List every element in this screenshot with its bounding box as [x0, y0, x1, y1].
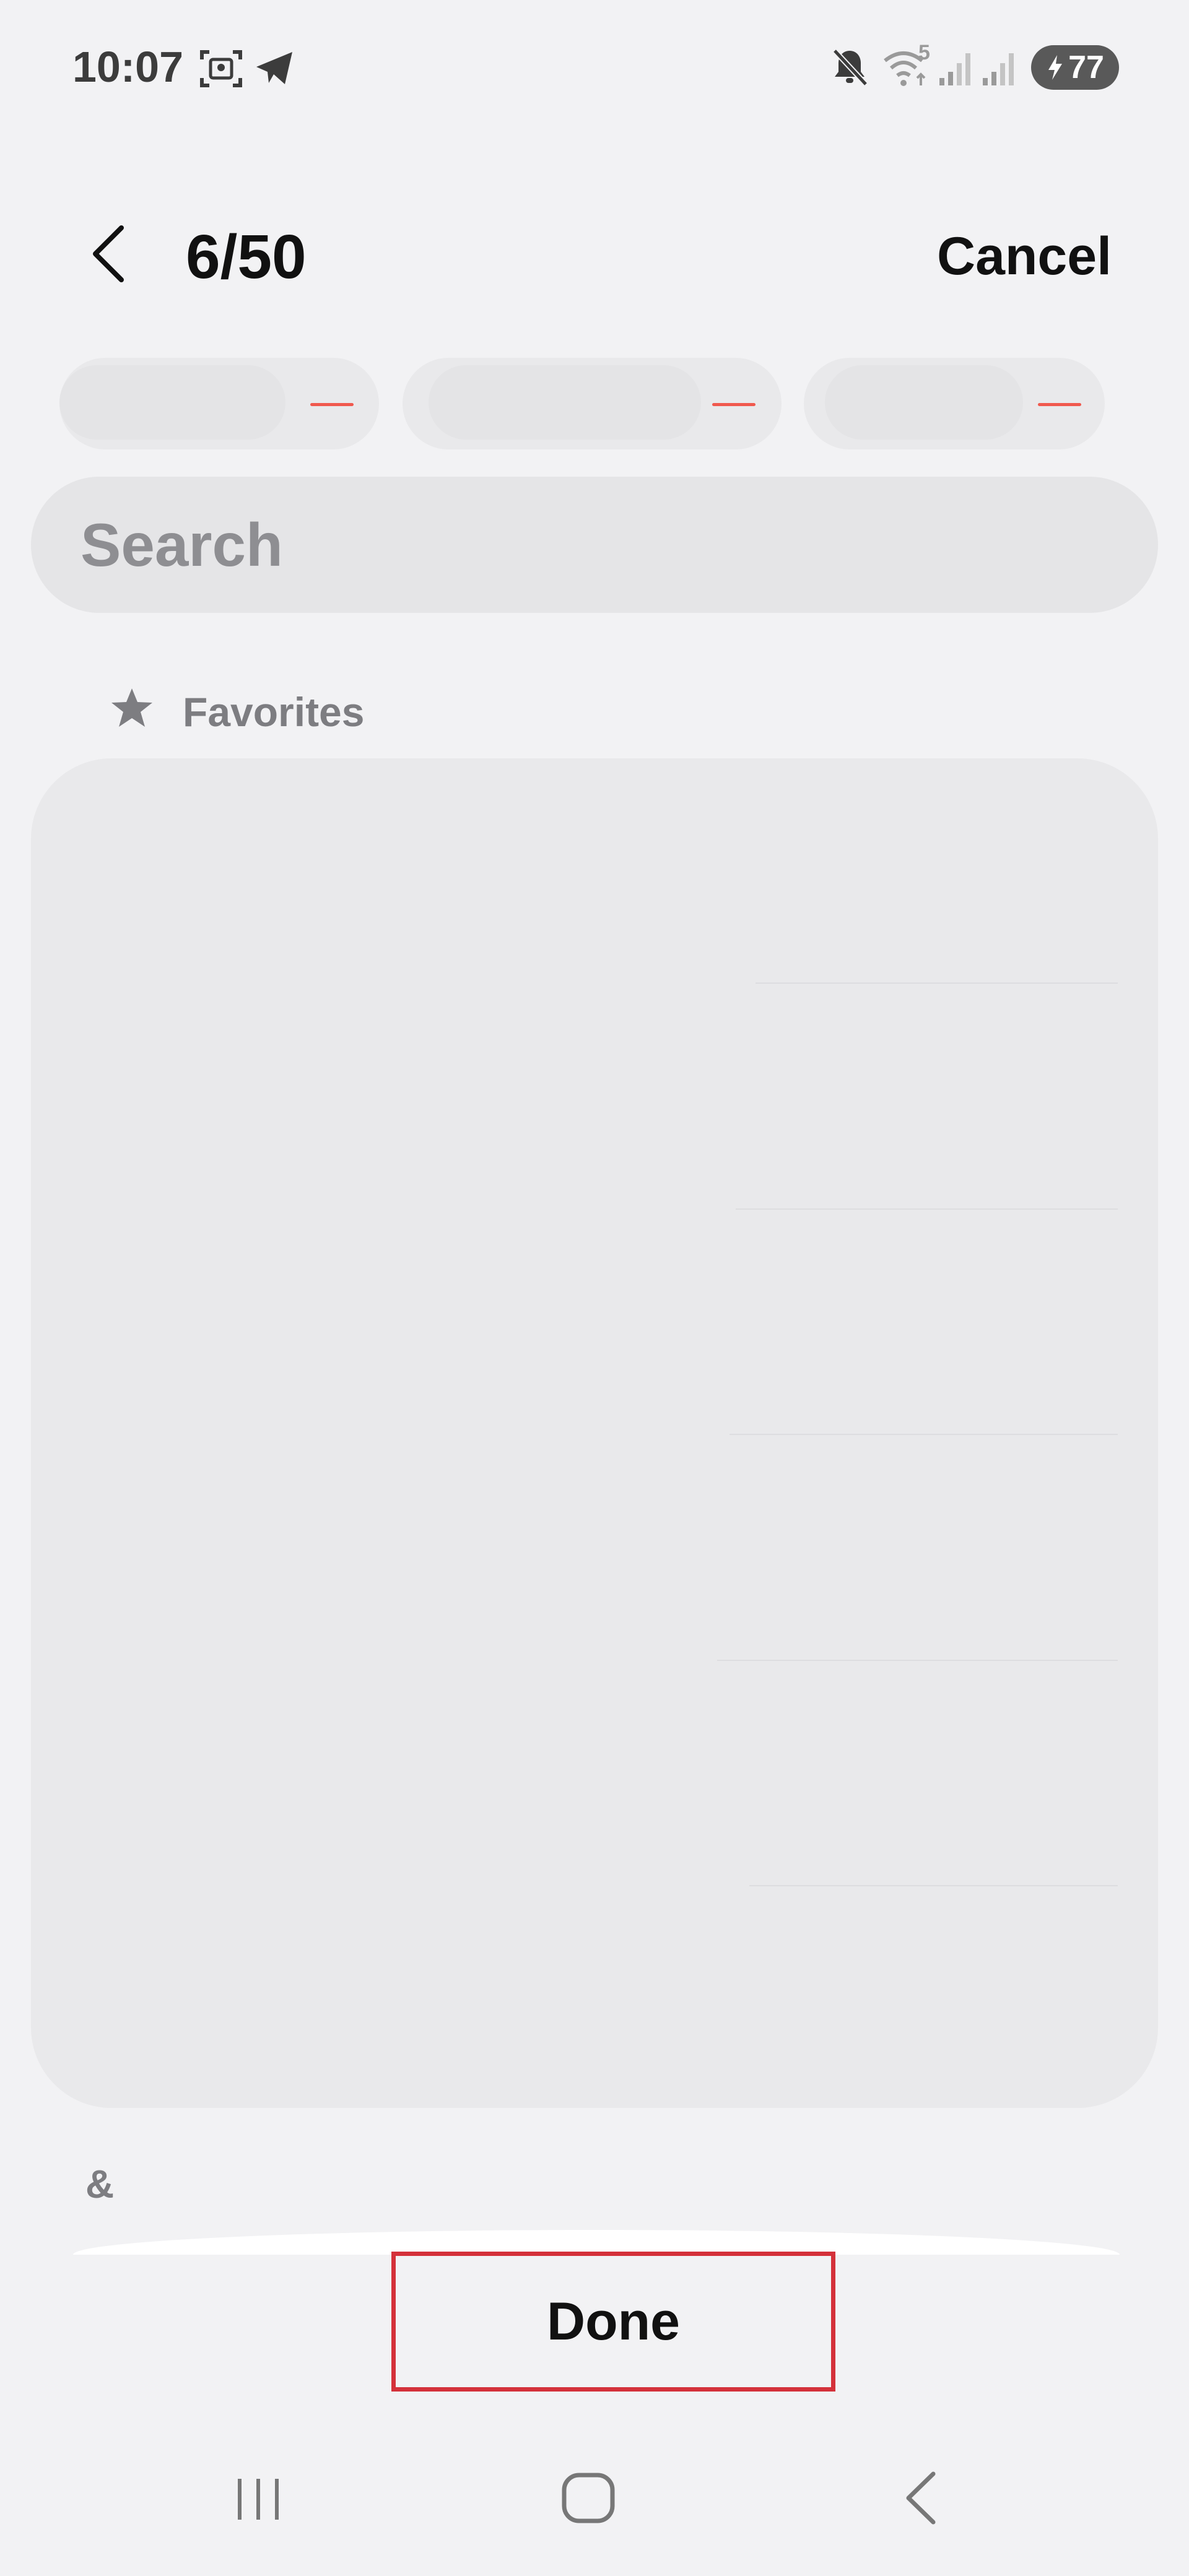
wifi-badge: 5 [918, 41, 930, 64]
cancel-button[interactable]: Cancel [937, 224, 1112, 288]
telegram-icon [254, 50, 295, 90]
list-divider [756, 982, 1118, 984]
recent-apps-icon[interactable] [230, 2470, 286, 2529]
favorites-label: Favorites [183, 689, 365, 735]
back-icon[interactable] [895, 2470, 951, 2529]
selected-chip[interactable] [403, 358, 782, 449]
list-divider [717, 1660, 1118, 1661]
section-header: & [85, 2162, 115, 2206]
mute-icon [831, 47, 868, 90]
screenshot-icon [199, 48, 243, 92]
battery-level: 77 [1068, 50, 1104, 85]
status-time: 10:07 [72, 43, 184, 91]
favorites-list [31, 758, 1158, 2108]
minus-icon[interactable] [1038, 403, 1081, 406]
list-divider [730, 1434, 1118, 1435]
chevron-left-icon [93, 225, 124, 282]
search-input[interactable]: Search [31, 477, 1158, 613]
minus-icon[interactable] [310, 403, 354, 406]
done-button[interactable]: Done [391, 2252, 835, 2392]
chip-label-placeholder [59, 365, 285, 440]
home-icon[interactable] [560, 2470, 616, 2529]
wifi-icon: 5 [882, 41, 932, 91]
chip-label-placeholder [825, 365, 1023, 440]
bolt-icon [1048, 55, 1063, 80]
selection-counter: 6/50 [186, 222, 307, 292]
back-button[interactable] [87, 223, 130, 288]
selected-chip[interactable] [59, 358, 379, 449]
list-card-edge [73, 2230, 1120, 2255]
chip-label-placeholder [429, 365, 701, 440]
done-label: Done [547, 2291, 680, 2351]
signal-icon [982, 51, 1019, 90]
battery-charging-icon: 77 [1031, 45, 1119, 90]
minus-icon[interactable] [712, 403, 756, 406]
list-divider [749, 1885, 1118, 1886]
selected-chip[interactable] [804, 358, 1105, 449]
list-divider [736, 1208, 1118, 1210]
signal-icon [938, 51, 975, 90]
star-icon [109, 686, 155, 732]
